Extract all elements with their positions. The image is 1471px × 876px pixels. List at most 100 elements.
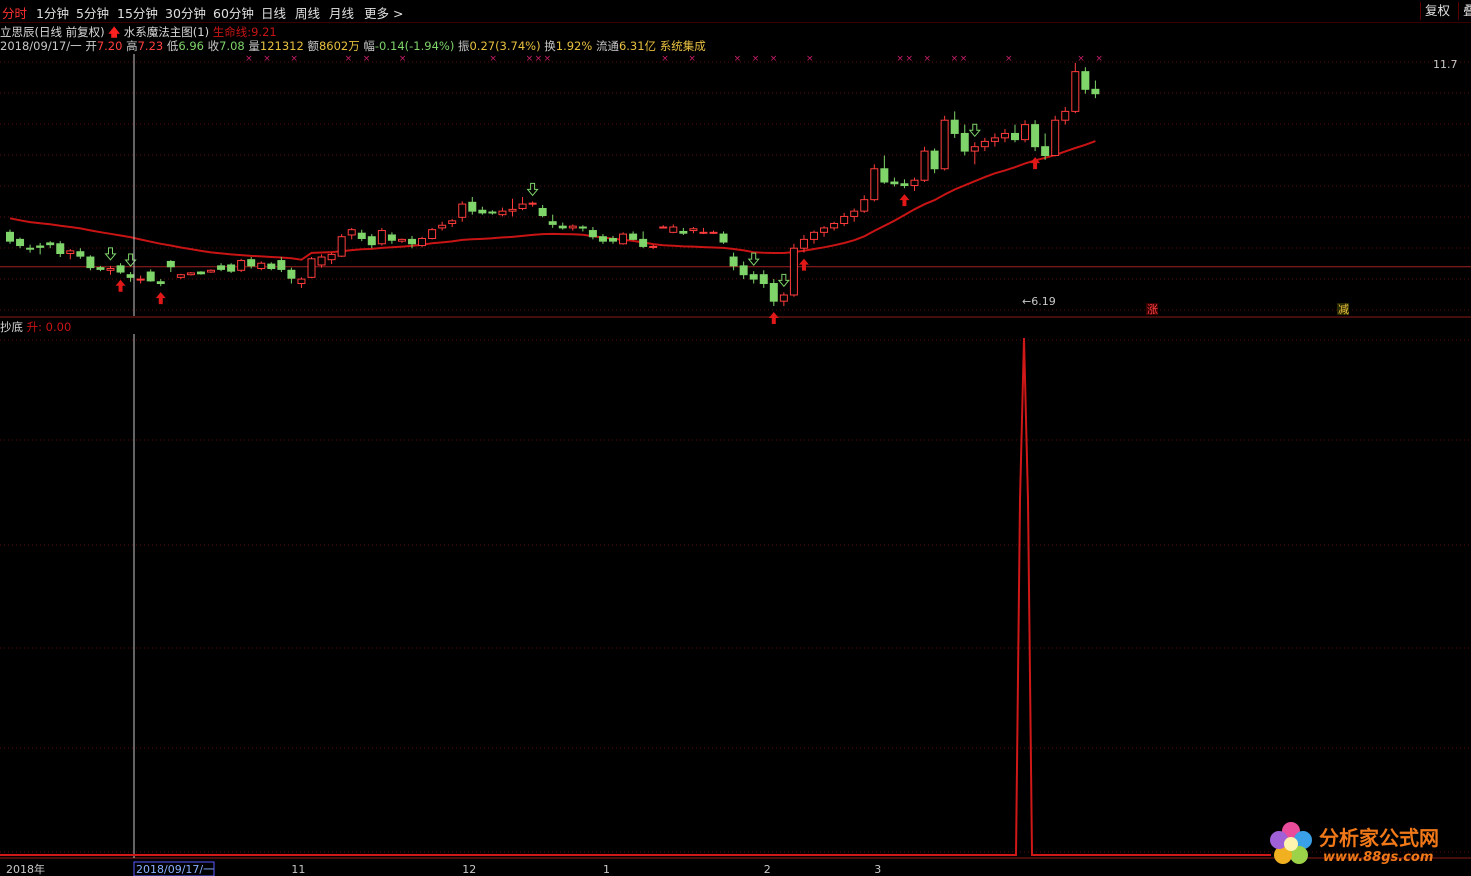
candle-body	[850, 210, 859, 217]
candle-body	[227, 264, 236, 272]
candle-body	[578, 226, 587, 229]
candle-body	[729, 256, 738, 267]
marker-x: ×	[345, 54, 353, 64]
candle-body	[870, 168, 879, 201]
candle	[789, 243, 798, 297]
candle	[397, 238, 406, 243]
candle	[26, 244, 35, 253]
candle-body	[538, 207, 547, 217]
candle	[840, 212, 849, 227]
candle	[880, 155, 889, 184]
candle-body	[337, 236, 346, 257]
candle-body	[498, 210, 507, 216]
candle-body	[86, 256, 95, 269]
marker-x: ×	[544, 54, 552, 64]
candle	[428, 227, 437, 240]
x-axis-label: 2018年	[6, 862, 45, 876]
marker-x: ×	[734, 54, 742, 64]
candle-body	[689, 228, 698, 232]
marker-x: ×	[661, 54, 669, 64]
candle-body	[619, 233, 628, 245]
buy-arrow-icon	[155, 292, 166, 305]
candle-body	[880, 168, 889, 183]
candle-body	[36, 245, 45, 248]
candle	[207, 269, 215, 273]
candle	[367, 234, 376, 249]
candle	[458, 201, 467, 222]
candle	[669, 224, 678, 234]
candle-body	[1091, 88, 1100, 95]
candle-body	[960, 132, 969, 152]
candle-body	[116, 265, 125, 273]
x-axis-label: 1	[603, 863, 610, 876]
candle-body	[739, 265, 748, 276]
candle	[940, 115, 949, 171]
candle-body	[598, 236, 607, 242]
candle-body	[438, 224, 447, 229]
candle-body	[669, 226, 678, 233]
candle	[619, 232, 628, 245]
candle	[578, 225, 587, 232]
candle	[76, 248, 85, 259]
candle-body	[759, 274, 768, 285]
zhang-tag: 涨	[1146, 303, 1158, 316]
candle	[930, 148, 939, 174]
candle	[327, 252, 336, 265]
candle	[136, 275, 145, 284]
marker-x: ×	[535, 54, 543, 64]
candle-body	[890, 181, 899, 185]
candle-body	[940, 119, 949, 170]
candle-body	[26, 247, 35, 250]
sell-arrow-icon	[777, 273, 790, 288]
candle	[920, 146, 929, 182]
candle-body	[56, 243, 65, 255]
candle	[1031, 120, 1040, 152]
candle	[1041, 133, 1050, 160]
candle	[729, 252, 738, 271]
buy-arrow-icon	[115, 279, 126, 292]
candle	[468, 197, 477, 215]
candle-body	[699, 231, 708, 234]
sell-arrow-icon	[968, 123, 981, 138]
candle-body	[1051, 119, 1060, 157]
candle	[267, 262, 276, 271]
candle	[990, 133, 999, 147]
candle-body	[659, 226, 668, 229]
candle-body	[609, 237, 617, 242]
candle-body	[237, 260, 246, 271]
kline-chart[interactable]: × × × × × × × × × × × × × × × × × × × × × × × ×←6.1911.7涨 减2018年…	[0, 0, 1471, 876]
candle-body	[779, 294, 788, 302]
candle	[418, 236, 427, 248]
candle	[860, 195, 869, 213]
marker-x: ×	[526, 54, 534, 64]
candle-body	[639, 238, 648, 247]
candle-body	[257, 262, 266, 270]
candle	[558, 222, 567, 230]
candle	[850, 208, 859, 222]
buy-arrow-icon	[899, 194, 910, 207]
candle	[257, 261, 266, 271]
candle	[679, 227, 688, 235]
buy-arrow-icon	[768, 312, 779, 325]
candle-body	[247, 259, 256, 267]
candle-body	[76, 251, 85, 257]
candle	[1081, 67, 1090, 94]
candle-body	[357, 232, 366, 239]
candle	[950, 111, 959, 138]
candle	[639, 231, 648, 249]
candle-body	[518, 203, 527, 209]
candle-body	[1081, 71, 1090, 90]
candle	[568, 224, 577, 231]
candle	[146, 269, 155, 282]
candle-body	[126, 274, 135, 278]
marker-x: ×	[688, 54, 696, 64]
sell-arrow-icon	[104, 247, 117, 261]
signal-spike-line	[0, 337, 1271, 856]
buy-arrow-icon	[798, 258, 809, 271]
jian-tag: 减	[1337, 303, 1349, 316]
candle-body	[46, 242, 55, 246]
candle-body	[930, 150, 939, 170]
candle	[900, 179, 909, 189]
candle	[699, 227, 708, 235]
candle	[307, 257, 316, 279]
